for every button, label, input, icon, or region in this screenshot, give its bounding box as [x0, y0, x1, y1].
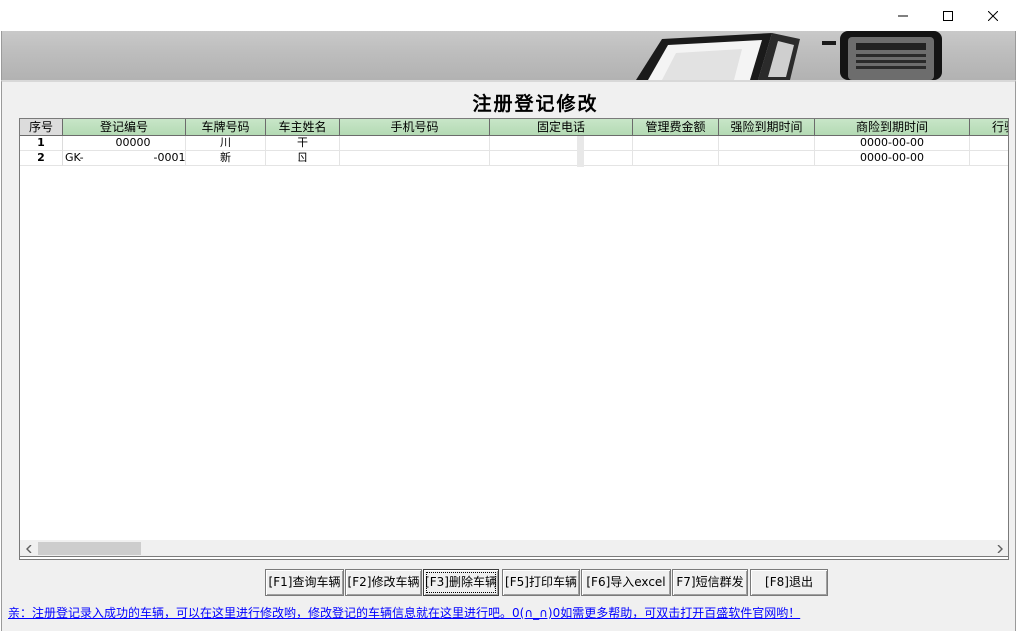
cell-seq: 2 [20, 151, 63, 166]
column-splitter[interactable] [577, 136, 584, 167]
modify-vehicle-button[interactable]: [F2]修改车辆 [345, 569, 422, 596]
scroll-right-arrow[interactable] [991, 540, 1008, 557]
computer-illustration [636, 31, 942, 80]
chevron-left-icon [25, 544, 31, 553]
maximize-button[interactable] [925, 0, 971, 31]
column-header-owner[interactable]: 车主姓名 [266, 119, 340, 136]
cell-owner: 干 [266, 136, 340, 151]
delete-vehicle-button[interactable]: [F3]删除车辆 [423, 569, 499, 596]
sms-broadcast-button[interactable]: F7]短信群发 [672, 569, 748, 596]
horizontal-scrollbar[interactable] [19, 540, 1009, 557]
close-button[interactable] [970, 0, 1016, 31]
column-header-comm-expiry[interactable]: 商险到期时间 [815, 119, 970, 136]
column-header-seq[interactable]: 序号 [20, 119, 63, 136]
query-vehicle-button[interactable]: [F1]查询车辆 [265, 569, 344, 596]
header-banner [1, 31, 1016, 80]
column-header-fee[interactable]: 管理费金额 [633, 119, 719, 136]
minimize-icon [898, 11, 908, 21]
grid-body: 1 00000 川 干 0000-00-00 2 GK- -0001 新 ㄖ 0… [20, 136, 1008, 166]
print-vehicle-button[interactable]: [F5]打印车辆 [502, 569, 580, 596]
cell-ci-expiry [719, 136, 815, 151]
cell-fee [633, 151, 719, 166]
exit-button[interactable]: [F8]退出 [750, 569, 828, 596]
cell-phone [490, 136, 633, 151]
cell-phone [490, 151, 633, 166]
cell-comm-expiry: 0000-00-00 [815, 136, 970, 151]
help-status-link[interactable]: 亲：注册登记录入成功的车辆，可以在这里进行修改哟，修改登记的车辆信息就在这里进行… [8, 604, 800, 621]
chevron-right-icon [997, 544, 1003, 553]
page-title: 注册登记修改 [472, 93, 599, 115]
cell-fee [633, 136, 719, 151]
table-row[interactable]: 1 00000 川 干 0000-00-00 [20, 136, 1008, 151]
minimize-button[interactable] [880, 0, 926, 31]
column-header-extra[interactable]: 行驶 [970, 119, 1008, 136]
column-header-ci-expiry[interactable]: 强险到期时间 [719, 119, 815, 136]
cell-seq: 1 [20, 136, 63, 151]
scroll-thumb[interactable] [38, 542, 141, 555]
column-header-mobile[interactable]: 手机号码 [340, 119, 490, 136]
vehicle-grid[interactable]: 序号 登记编号 车牌号码 车主姓名 手机号码 固定电话 管理费金额 强险到期时间… [19, 118, 1009, 560]
cell-comm-expiry: 0000-00-00 [815, 151, 970, 166]
table-row[interactable]: 2 GK- -0001 新 ㄖ 0000-00-00 [20, 151, 1008, 166]
cell-extra [970, 151, 1008, 166]
cell-mobile [340, 136, 490, 151]
cell-plate: 新 [186, 151, 266, 166]
cell-reg-no: GK- -0001 [63, 151, 186, 166]
window-titlebar [0, 0, 1017, 31]
cell-owner: ㄖ [266, 151, 340, 166]
main-panel: 注册登记修改 序号 登记编号 车牌号码 车主姓名 手机号码 固定电话 管理费金额… [1, 80, 1016, 631]
maximize-icon [943, 10, 953, 21]
cell-plate: 川 [186, 136, 266, 151]
grid-header: 序号 登记编号 车牌号码 车主姓名 手机号码 固定电话 管理费金额 强险到期时间… [20, 119, 1008, 136]
cell-extra [970, 136, 1008, 151]
cell-mobile [340, 151, 490, 166]
close-icon [988, 10, 998, 21]
scroll-left-arrow[interactable] [20, 540, 37, 557]
cell-ci-expiry [719, 151, 815, 166]
import-excel-button[interactable]: [F6]导入excel [581, 569, 671, 596]
column-header-plate[interactable]: 车牌号码 [186, 119, 266, 136]
cell-reg-no: 00000 [63, 136, 186, 151]
column-header-reg-no[interactable]: 登记编号 [63, 119, 186, 136]
column-header-phone[interactable]: 固定电话 [490, 119, 633, 136]
